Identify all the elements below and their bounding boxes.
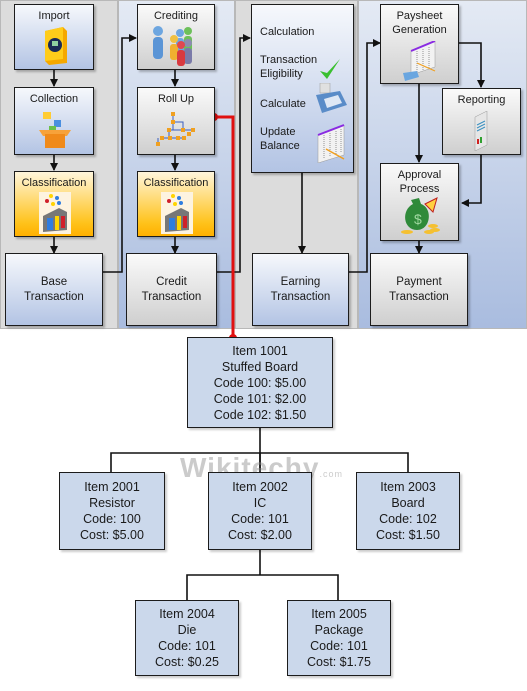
sorting-machine-icon (39, 192, 71, 234)
step-calculation[interactable]: Calculation Transaction Eligibility Calc… (251, 4, 354, 173)
step-crediting[interactable]: Crediting (137, 4, 215, 70)
node-line: Item 2004 (159, 607, 215, 621)
result-payment-transaction[interactable]: Payment Transaction (370, 253, 468, 326)
hierarchy-icon (156, 112, 195, 146)
node-line: Code: 101 (310, 639, 368, 653)
sorting-machine-icon (161, 192, 193, 234)
step-crediting-label: Crediting (153, 10, 199, 22)
step-classification-base[interactable]: Classification (14, 171, 94, 237)
step-paysheet-generation[interactable]: Paysheet Generation (380, 4, 459, 84)
node-line: Code: 101 (158, 639, 216, 653)
step-classification-credit-label: Classification (143, 177, 209, 189)
step-roll-up[interactable]: Roll Up (137, 87, 215, 155)
tree-node-item-2005[interactable]: Item 2005 Package Code: 101 Cost: $1.75 (287, 600, 391, 676)
calculation-title: Calculation (260, 26, 315, 38)
node-line: Cost: $1.50 (376, 528, 440, 542)
step-approval-process[interactable]: Approval Process $ (380, 163, 459, 241)
step-import-label: Import (38, 10, 70, 22)
step-approval-process-label: Approval Process (397, 169, 442, 195)
spreadsheet-icon (317, 124, 345, 163)
step-collection[interactable]: Collection (14, 87, 94, 155)
node-line: Cost: $0.25 (155, 655, 219, 669)
result-earning-transaction[interactable]: Earning Transaction (252, 253, 349, 326)
node-line: Cost: $5.00 (80, 528, 144, 542)
tree-node-item-2002[interactable]: Item 2002 IC Code: 101 Cost: $2.00 (208, 472, 312, 550)
tree-node-item-2001[interactable]: Item 2001 Resistor Code: 100 Cost: $5.00 (59, 472, 165, 550)
calculator-icon (316, 83, 347, 113)
spreadsheet-icon (403, 41, 436, 81)
step-collection-label: Collection (29, 93, 79, 105)
open-box-icon (39, 112, 71, 148)
node-line: Code: 102 (379, 512, 437, 526)
svg-text:$: $ (414, 211, 422, 227)
step-classification-base-label: Classification (21, 177, 87, 189)
step-classification-credit[interactable]: Classification (137, 171, 215, 237)
node-line: Stuffed Board (221, 359, 299, 374)
tree-node-item-2003[interactable]: Item 2003 Board Code: 102 Cost: $1.50 (356, 472, 460, 550)
node-line: Code 102: $1.50 (213, 407, 307, 422)
node-line: Item 2002 (232, 480, 288, 494)
result-earning-transaction-label: Earning Transaction (270, 275, 331, 303)
node-line: Item 2001 (84, 480, 140, 494)
result-payment-transaction-label: Payment Transaction (389, 275, 449, 303)
node-line: Package (314, 623, 364, 637)
result-credit-transaction[interactable]: Credit Transaction (126, 253, 217, 326)
result-base-transaction[interactable]: Base Transaction (5, 253, 103, 326)
step-roll-up-label: Roll Up (157, 93, 195, 105)
report-icon (474, 111, 488, 151)
node-line: Item 2005 (311, 607, 367, 621)
calc-item-calculate: Calculate (260, 98, 306, 110)
node-line: Die (177, 623, 197, 637)
node-line: Cost: $1.75 (307, 655, 371, 669)
node-line: Item 1001 (232, 343, 288, 358)
tree-node-item-1001[interactable]: Item 1001 Stuffed Board Code 100: $5.00 … (187, 337, 333, 428)
node-line: Item 2003 (380, 480, 436, 494)
money-bag-icon: $ (401, 197, 440, 234)
step-paysheet-generation-label: Paysheet Generation (392, 10, 447, 36)
calc-item-update-balance: Update Balance (260, 126, 300, 152)
result-credit-transaction-label: Credit Transaction (141, 275, 202, 303)
step-import[interactable]: Import (14, 4, 94, 70)
node-line: Code 101: $2.00 (213, 391, 307, 406)
tree-level3-bar (186, 574, 339, 600)
node-line: Resistor (89, 496, 135, 510)
people-group-icon (153, 26, 192, 66)
node-line: Code 100: $5.00 (213, 375, 307, 390)
tree-node-item-2004[interactable]: Item 2004 Die Code: 101 Cost: $0.25 (135, 600, 239, 676)
node-line: Code: 101 (231, 512, 289, 526)
checkmark-icon (320, 59, 340, 79)
software-box-icon (45, 27, 67, 65)
node-line: Cost: $2.00 (228, 528, 292, 542)
watermark-suffix: .com (319, 469, 343, 479)
node-line: Code: 100 (83, 512, 141, 526)
step-reporting[interactable]: Reporting (442, 88, 521, 155)
node-line: Board (391, 496, 425, 510)
step-reporting-label: Reporting (457, 94, 506, 106)
result-base-transaction-label: Base Transaction (24, 275, 84, 303)
node-line: IC (253, 496, 267, 510)
